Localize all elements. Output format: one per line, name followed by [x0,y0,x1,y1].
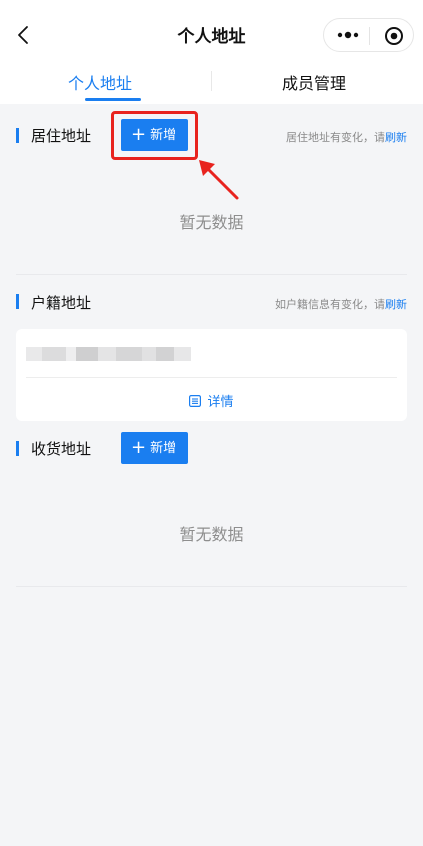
nav-bar: 个人地址 [0,0,423,68]
household-address-card: 详情 [16,329,407,421]
detail-label: 详情 [207,395,234,410]
capsule-divider [369,27,370,45]
plus-icon: + [131,437,147,458]
annotation-arrow-icon [199,160,239,200]
section-marker [16,441,19,456]
more-dots-icon[interactable] [336,28,360,42]
section-marker [16,128,19,143]
household-title: 户籍地址 [31,294,92,312]
residence-hint: 居住地址有变化，请刷新 [286,129,407,145]
residence-title: 居住地址 [31,127,92,145]
add-shipping-button[interactable]: + 新增 [121,432,188,464]
household-refresh-link[interactable]: 刷新 [385,298,407,311]
household-hint: 如户籍信息有变化，请刷新 [275,296,407,312]
household-hint-text: 如户籍信息有变化，请 [275,298,385,311]
add-shipping-label: 新增 [150,441,177,456]
target-icon[interactable] [384,26,404,46]
residence-hint-text: 居住地址有变化，请 [286,131,385,144]
section-marker [16,294,19,309]
section-divider [16,274,407,275]
card-divider [26,377,397,378]
mini-program-capsule [323,18,414,52]
active-tab-indicator [85,98,141,101]
blurred-address [26,347,191,361]
tab-divider [211,71,212,91]
shipping-empty-state: 暂无数据 [179,525,244,544]
residence-empty-state: 暂无数据 [179,213,244,232]
tab-member-management[interactable]: 成员管理 [282,70,346,94]
residence-refresh-link[interactable]: 刷新 [385,131,407,144]
highlight-box [111,111,198,160]
detail-link[interactable]: 详情 [16,391,407,410]
list-document-icon [189,395,202,407]
tab-bar: 个人地址 成员管理 [0,64,423,104]
section-divider [16,586,407,587]
tab-personal-address[interactable]: 个人地址 [68,70,132,94]
shipping-title: 收货地址 [31,440,92,458]
